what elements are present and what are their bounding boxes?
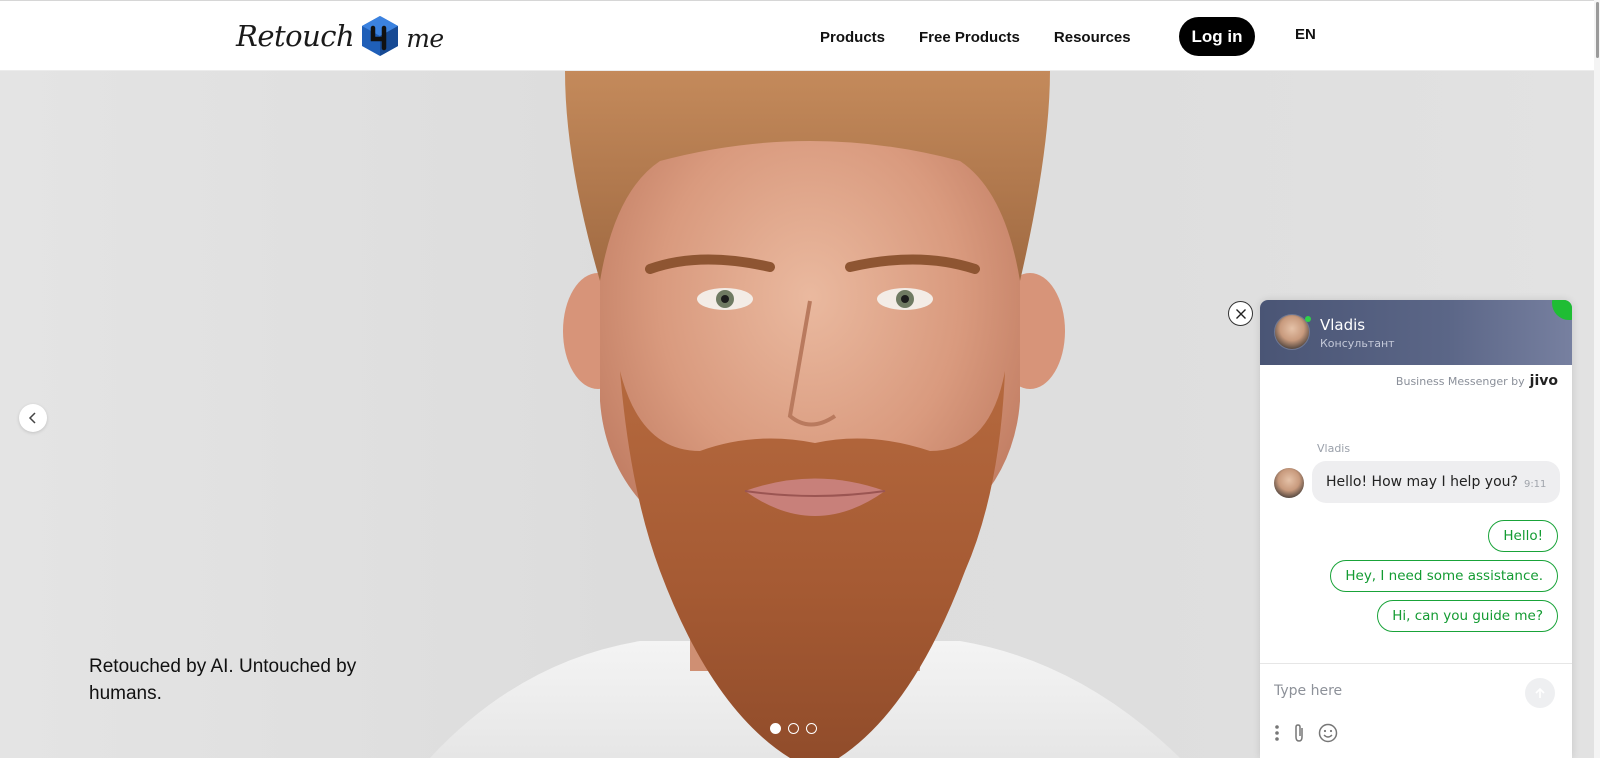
chat-header: Vladis Консультант — [1260, 300, 1572, 365]
quick-reply-assistance[interactable]: Hey, I need some assistance. — [1330, 560, 1558, 592]
hero-caption: Retouched by AI. Untouched by humans. — [89, 656, 357, 704]
message-avatar — [1274, 468, 1304, 498]
chat-close-button[interactable] — [1228, 301, 1253, 326]
message-author: Vladis — [1317, 442, 1351, 455]
logo-text-retouch: Retouch — [236, 19, 355, 53]
nav-products[interactable]: Products — [820, 29, 885, 46]
paperclip-icon — [1295, 724, 1303, 742]
main-nav: Products Free Products Resources — [820, 17, 1165, 57]
logo[interactable]: Retouch me — [236, 13, 444, 59]
logo-cube-icon — [362, 16, 399, 56]
powered-by[interactable]: Business Messenger by jivo — [1396, 373, 1558, 389]
chat-divider — [1260, 663, 1572, 664]
emoji-button[interactable] — [1318, 723, 1338, 743]
quick-replies: Hello! Hey, I need some assistance. Hi, … — [1330, 520, 1558, 640]
powered-by-text: Business Messenger by — [1395, 374, 1525, 388]
jivo-brand: jivo — [1529, 373, 1558, 389]
send-button[interactable] — [1525, 678, 1555, 708]
incoming-message: Hello! How may I help you? 9:11 — [1312, 461, 1561, 503]
agent-name: Vladis — [1320, 316, 1366, 334]
quick-reply-hello[interactable]: Hello! — [1488, 520, 1558, 552]
slider-dots — [770, 723, 824, 734]
chevron-left-icon — [28, 412, 36, 424]
chat-message-input[interactable] — [1274, 676, 1514, 706]
slider-prev-button[interactable] — [19, 404, 47, 432]
slider-dot-3[interactable] — [806, 723, 817, 734]
language-selector[interactable]: EN — [1295, 26, 1316, 43]
message-time: 9:11 — [1523, 478, 1547, 490]
message-text: Hello! How may I help you? — [1326, 474, 1518, 490]
chat-status-corner — [1552, 300, 1572, 320]
site-header: Retouch me Products Free Products Resour… — [0, 0, 1600, 71]
quick-reply-guide[interactable]: Hi, can you guide me? — [1377, 600, 1558, 632]
login-button[interactable]: Log in — [1179, 17, 1255, 56]
attach-button[interactable] — [1292, 723, 1306, 743]
logo-text-me: me — [406, 23, 444, 53]
slider-dot-1[interactable] — [770, 723, 781, 734]
online-status-indicator — [1305, 316, 1311, 322]
chat-toolbar — [1274, 723, 1350, 743]
nav-resources[interactable]: Resources — [1054, 29, 1131, 46]
page-scrollbar[interactable] — [1594, 0, 1600, 758]
chat-widget: Vladis Консультант Business Messenger by… — [1260, 300, 1572, 758]
arrow-up-icon — [1535, 687, 1545, 698]
nav-free-products[interactable]: Free Products — [919, 29, 1020, 46]
vertical-dots-icon — [1275, 725, 1279, 741]
menu-button[interactable] — [1274, 724, 1280, 742]
smiley-icon — [1318, 723, 1338, 743]
slider-dot-2[interactable] — [788, 723, 799, 734]
agent-role: Консультант — [1320, 337, 1395, 350]
scrollbar-thumb[interactable] — [1596, 2, 1599, 58]
close-icon — [1235, 308, 1246, 319]
